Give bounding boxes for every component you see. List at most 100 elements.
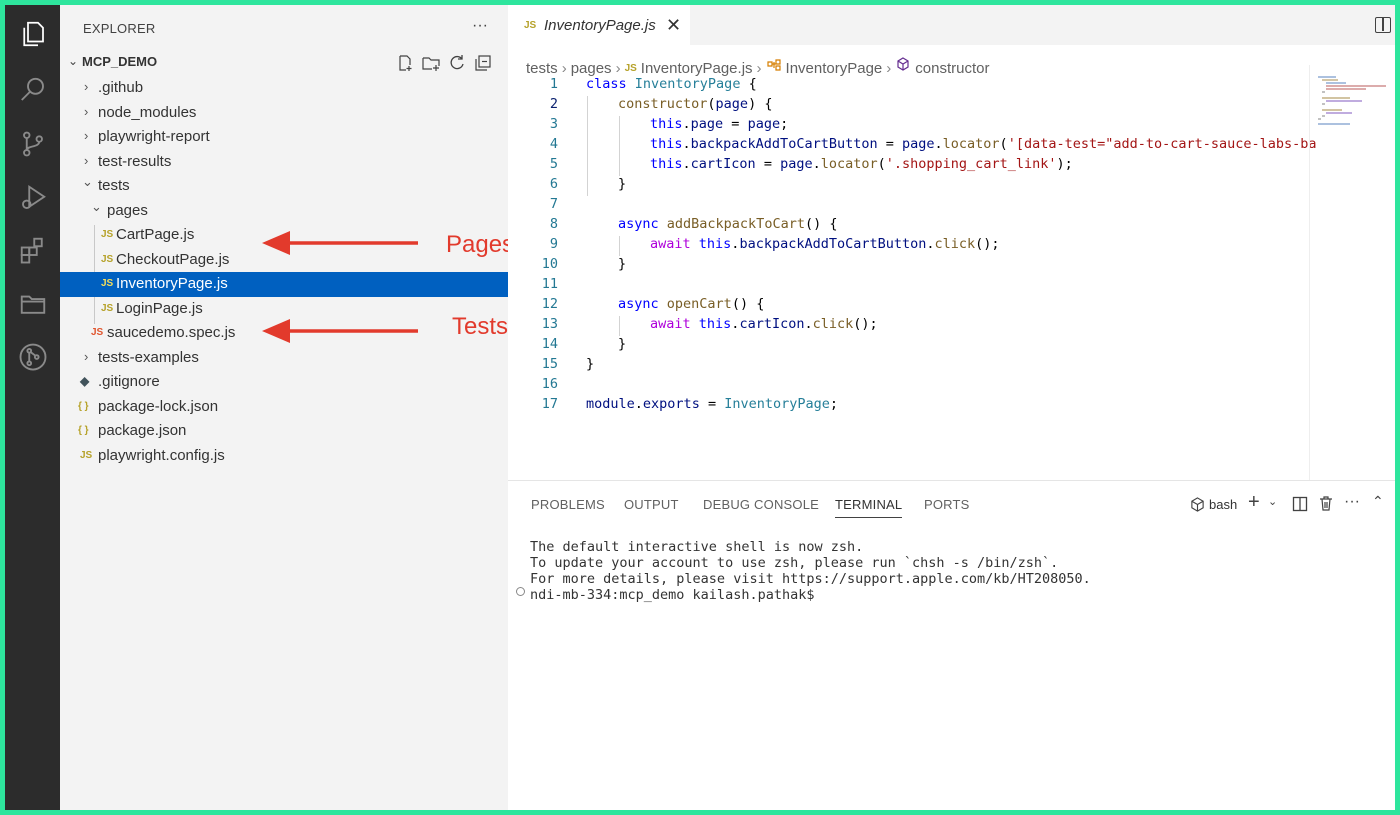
code-line: 15} xyxy=(508,356,1308,376)
line-number: 17 xyxy=(541,396,558,412)
code-line: 6} xyxy=(508,176,1308,196)
token: . xyxy=(682,116,691,132)
line-number: 12 xyxy=(541,296,558,312)
pages-arrow xyxy=(262,231,418,255)
chevron-down-icon[interactable]: ⌄ xyxy=(1268,495,1277,508)
more-actions-icon[interactable]: ··· xyxy=(472,17,488,35)
tab-inventorypage[interactable]: JS InventoryPage.js ✕ xyxy=(508,5,690,45)
terminal-line: The default interactive shell is now zsh… xyxy=(530,539,864,555)
breadcrumb-item[interactable]: tests xyxy=(526,60,558,77)
code-line: 14} xyxy=(508,336,1308,356)
tree-item-pages[interactable]: ⌄ pages xyxy=(60,199,508,224)
js-file-icon: JS xyxy=(101,229,114,240)
split-editor-icon[interactable] xyxy=(1375,17,1391,33)
line-number: 2 xyxy=(549,96,558,112)
breadcrumb-item[interactable]: pages xyxy=(571,60,612,77)
token: = xyxy=(723,116,748,132)
terminal-output[interactable]: The default interactive shell is now zsh… xyxy=(530,539,1091,603)
minimap[interactable] xyxy=(1309,65,1395,480)
tab-terminal[interactable]: TERMINAL xyxy=(835,497,903,518)
tree-item-label: node_modules xyxy=(98,103,197,121)
token: '[data-test="add-to-cart-sauce-labs-ba xyxy=(1007,136,1317,152)
line-number: 5 xyxy=(549,156,558,172)
minimap-preview xyxy=(1318,76,1386,125)
trash-icon[interactable] xyxy=(1318,495,1334,512)
chevron-right-icon: › xyxy=(84,128,89,143)
tree-item-label: CheckoutPage.js xyxy=(116,250,230,268)
project-name: MCP_DEMO xyxy=(82,54,158,69)
tree-item-playwright-config[interactable]: JS playwright.config.js xyxy=(60,444,508,469)
tree-item-github[interactable]: › .github xyxy=(60,76,508,101)
new-terminal-icon[interactable]: + xyxy=(1248,491,1260,514)
tree-item-tests-examples[interactable]: › tests-examples xyxy=(60,346,508,371)
line-number: 15 xyxy=(541,356,558,372)
line-number: 11 xyxy=(541,276,558,292)
tab-debug-console[interactable]: DEBUG CONSOLE xyxy=(703,497,819,512)
code-line: 13 await this.cartIcon.click(); xyxy=(508,316,1308,336)
class-symbol-icon xyxy=(766,59,781,71)
split-terminal-icon[interactable] xyxy=(1292,496,1308,512)
token: InventoryPage xyxy=(634,76,741,92)
tree-item-label: InventoryPage.js xyxy=(116,275,228,292)
terminal-profile-name[interactable]: bash xyxy=(1209,497,1237,512)
search-icon[interactable] xyxy=(16,73,50,107)
more-actions-icon[interactable]: ··· xyxy=(1344,493,1360,511)
token: await xyxy=(650,236,691,252)
explorer-sidebar: EXPLORER ··· ⌄ MCP_DEMO › .github › node… xyxy=(60,5,514,810)
tab-problems[interactable]: PROBLEMS xyxy=(531,497,605,512)
tree-item-tests[interactable]: ⌄ tests xyxy=(60,174,508,199)
tab-ports[interactable]: PORTS xyxy=(924,497,970,512)
breadcrumb-item[interactable]: InventoryPage.js xyxy=(641,60,753,77)
folder-icon[interactable] xyxy=(16,287,50,321)
token: = xyxy=(877,136,902,152)
token: = xyxy=(699,396,725,412)
terminal-profile-icon xyxy=(1191,497,1204,512)
line-number: 1 xyxy=(549,76,558,92)
tree-item-package-json[interactable]: { } package.json xyxy=(60,419,508,444)
token: this xyxy=(650,116,683,132)
tree-item-label: playwright-report xyxy=(98,128,210,145)
tree-item-inventorypage[interactable]: JS InventoryPage.js xyxy=(60,272,508,297)
token: (); xyxy=(975,236,1000,252)
new-folder-icon[interactable] xyxy=(421,53,441,73)
json-file-icon: { } xyxy=(78,425,89,436)
breadcrumb-item[interactable]: constructor xyxy=(915,60,989,77)
code-line: 3 this.page = page; xyxy=(508,116,1308,136)
pages-annotation: Pages xyxy=(446,231,515,258)
token: module xyxy=(586,396,635,412)
run-debug-icon[interactable] xyxy=(16,181,50,215)
token: ; xyxy=(780,116,789,132)
tree-item-package-lock[interactable]: { } package-lock.json xyxy=(60,395,508,420)
git-graph-icon[interactable] xyxy=(16,340,50,374)
tree-item-node-modules[interactable]: › node_modules xyxy=(60,101,508,126)
tab-output[interactable]: OUTPUT xyxy=(624,497,679,512)
explorer-icon[interactable] xyxy=(16,17,50,51)
line-number: 10 xyxy=(541,256,558,272)
tree-item-gitignore[interactable]: ◆ .gitignore xyxy=(60,370,508,395)
tree-item-test-results[interactable]: › test-results xyxy=(60,150,508,175)
js-file-icon: JS xyxy=(101,278,114,289)
token: ( xyxy=(999,136,1008,152)
activity-bar xyxy=(5,5,60,810)
token: async xyxy=(618,296,659,312)
refresh-icon[interactable] xyxy=(447,53,467,73)
code-line: 5 this.cartIcon = page.locator('.shopping… xyxy=(508,156,1308,176)
explorer-title: EXPLORER xyxy=(83,21,156,36)
tree-item-playwright-report[interactable]: › playwright-report xyxy=(60,125,508,150)
breadcrumb-item[interactable]: InventoryPage xyxy=(786,60,883,77)
extensions-icon[interactable] xyxy=(16,233,50,267)
tab-title: InventoryPage.js xyxy=(544,17,656,34)
source-control-icon[interactable] xyxy=(16,127,50,161)
chevron-down-icon: ⌄ xyxy=(68,54,79,68)
maximize-panel-icon[interactable]: ⌃ xyxy=(1372,493,1384,510)
token: InventoryPage xyxy=(724,396,830,412)
new-file-icon[interactable] xyxy=(395,53,415,73)
token: page xyxy=(901,136,935,152)
project-folder-row[interactable]: ⌄ MCP_DEMO xyxy=(60,50,508,74)
tests-annotation: Tests xyxy=(452,313,509,340)
collapse-all-icon[interactable] xyxy=(473,53,493,73)
code-line: 10} xyxy=(508,256,1308,276)
token: '.shopping_cart_link' xyxy=(885,156,1057,172)
tree-item-label: tests xyxy=(98,177,130,194)
close-icon[interactable]: ✕ xyxy=(666,15,681,36)
